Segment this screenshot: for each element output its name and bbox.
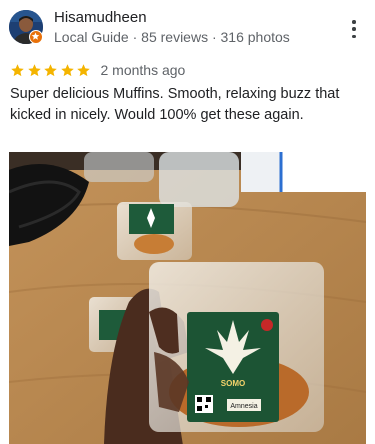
- author-name[interactable]: Hisamudheen: [54, 9, 147, 26]
- rating-row: 2 months ago: [10, 61, 185, 79]
- star-icon: [27, 63, 41, 76]
- star-icon: [11, 63, 24, 76]
- local-guide-badge-icon: [29, 30, 43, 44]
- author-meta: Local Guide · 85 reviews · 316 photos: [54, 29, 290, 45]
- star-icon: [60, 63, 74, 76]
- package-label: SOMO: [221, 379, 245, 388]
- review-text: Super delicious Muffins. Smooth, relaxin…: [10, 86, 340, 123]
- star-icon: [77, 63, 90, 76]
- review-header: Hisamudheen Local Guide · 85 reviews · 3…: [0, 0, 375, 56]
- review-photo[interactable]: SOMO Amnesia: [9, 152, 366, 444]
- more-options-button[interactable]: [346, 18, 362, 40]
- more-vert-icon: [352, 20, 356, 24]
- package-sticker: Amnesia: [230, 403, 257, 410]
- review-date: 2 months ago: [100, 62, 186, 78]
- photo-image: SOMO Amnesia: [9, 152, 366, 444]
- star-icon: [44, 63, 57, 76]
- star-rating: [10, 63, 93, 78]
